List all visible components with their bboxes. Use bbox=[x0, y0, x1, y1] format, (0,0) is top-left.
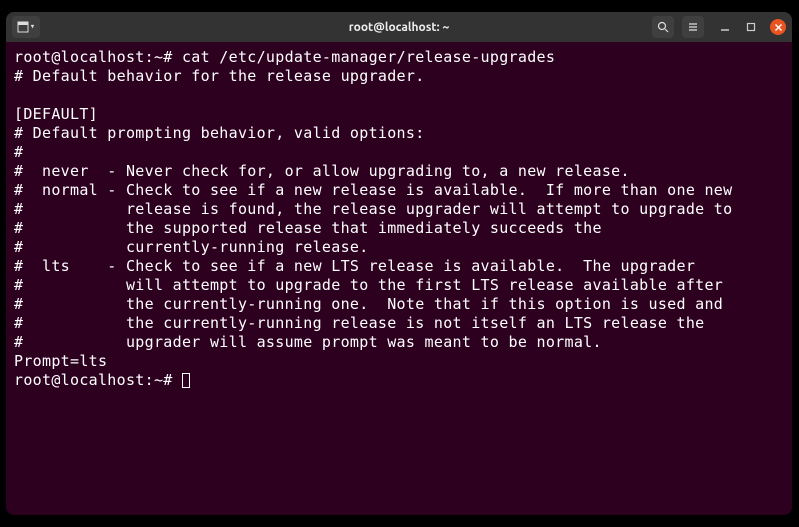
minimize-icon bbox=[720, 22, 730, 32]
output-line: # will attempt to upgrade to the first L… bbox=[14, 276, 723, 294]
output-line: # bbox=[14, 143, 23, 161]
terminal-icon bbox=[17, 21, 29, 33]
new-tab-button[interactable]: ▾ bbox=[12, 16, 40, 38]
search-icon bbox=[657, 21, 669, 33]
search-button[interactable] bbox=[652, 16, 674, 38]
output-line: # the supported release that immediately… bbox=[14, 219, 602, 237]
shell-prompt: root@localhost:~# bbox=[14, 48, 173, 66]
close-icon bbox=[774, 23, 783, 32]
maximize-icon bbox=[746, 22, 756, 32]
hamburger-icon bbox=[687, 21, 699, 33]
output-line: # the currently-running release is not i… bbox=[14, 314, 704, 332]
output-line: # Default behavior for the release upgra… bbox=[14, 67, 425, 85]
chevron-down-icon: ▾ bbox=[30, 22, 35, 32]
output-line: # lts - Check to see if a new LTS releas… bbox=[14, 257, 695, 275]
output-line: # currently-running release. bbox=[14, 238, 369, 256]
maximize-button[interactable] bbox=[744, 20, 758, 34]
output-line: # normal - Check to see if a new release… bbox=[14, 181, 732, 199]
menu-button[interactable] bbox=[682, 16, 704, 38]
output-line: # never - Never check for, or allow upgr… bbox=[14, 162, 630, 180]
output-line: # the currently-running one. Note that i… bbox=[14, 295, 723, 313]
output-line: # release is found, the release upgrader… bbox=[14, 200, 732, 218]
titlebar-right bbox=[652, 16, 786, 38]
shell-prompt: root@localhost:~# bbox=[14, 371, 173, 389]
command-text bbox=[173, 371, 182, 389]
close-button[interactable] bbox=[770, 19, 786, 35]
terminal-body[interactable]: root@localhost:~# cat /etc/update-manage… bbox=[6, 42, 792, 515]
output-line: [DEFAULT] bbox=[14, 105, 98, 123]
command-text: cat /etc/update-manager/release-upgrades bbox=[173, 48, 556, 66]
terminal-window: ▾ root@localhost: ~ r bbox=[6, 12, 792, 515]
output-line: Prompt=lts bbox=[14, 352, 107, 370]
titlebar: ▾ root@localhost: ~ bbox=[6, 12, 792, 42]
output-line: # upgrader will assume prompt was meant … bbox=[14, 333, 602, 351]
cursor bbox=[182, 373, 190, 388]
minimize-button[interactable] bbox=[718, 20, 732, 34]
output-line: # Default prompting behavior, valid opti… bbox=[14, 124, 425, 142]
titlebar-left: ▾ bbox=[12, 16, 40, 38]
window-controls bbox=[718, 19, 786, 35]
